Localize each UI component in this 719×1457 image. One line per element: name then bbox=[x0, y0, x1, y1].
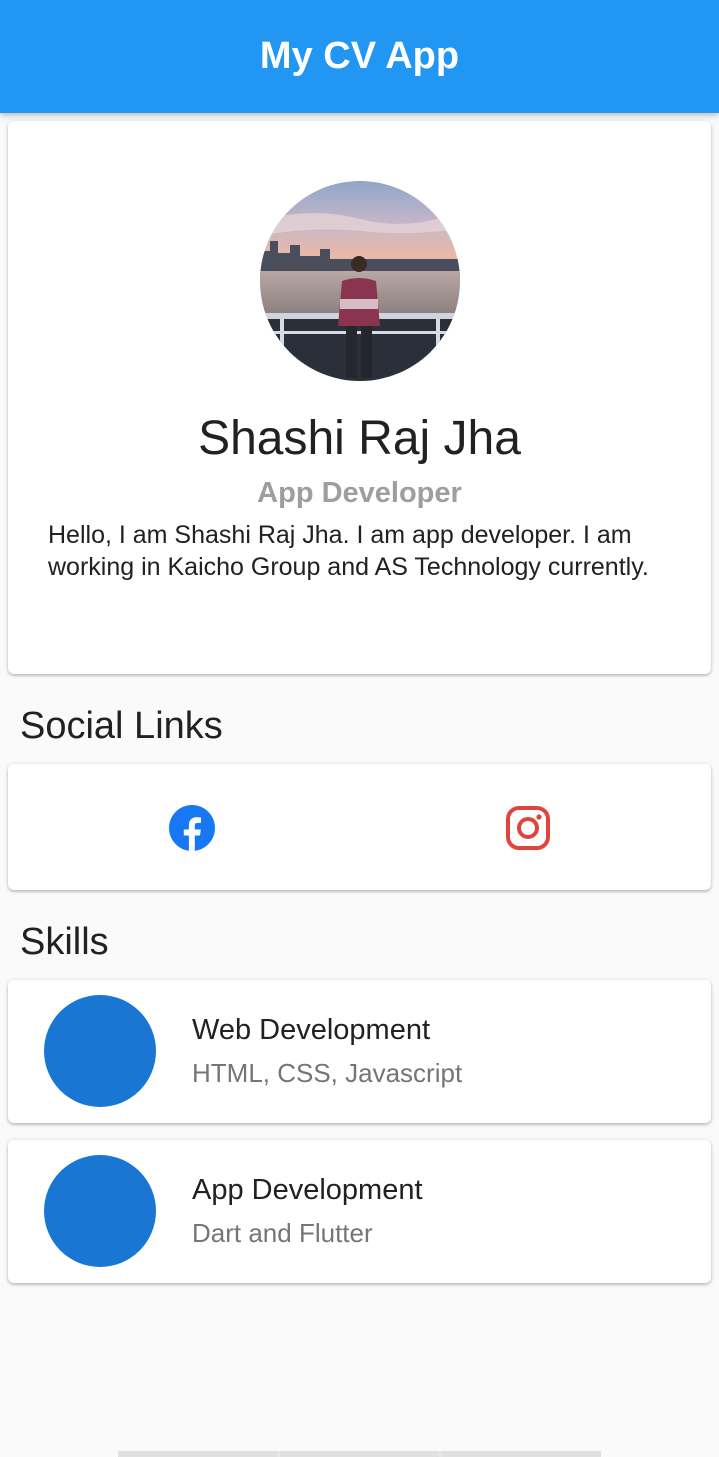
app-bar: My CV App bbox=[0, 0, 719, 113]
social-links-heading: Social Links bbox=[20, 705, 223, 747]
instagram-icon[interactable] bbox=[504, 804, 552, 852]
profile-bio: Hello, I am Shashi Raj Jha. I am app dev… bbox=[48, 521, 649, 581]
skill-title: App Development bbox=[192, 1174, 423, 1206]
skill-subtitle: HTML, CSS, Javascript bbox=[192, 1058, 463, 1088]
profile-card: Shashi Raj Jha App Developer Hello, I am… bbox=[8, 121, 711, 674]
profile-name: Shashi Raj Jha bbox=[198, 412, 521, 465]
skill-card-app-development[interactable]: App Development Dart and Flutter bbox=[8, 1140, 711, 1283]
avatar bbox=[260, 181, 460, 381]
skill-subtitle: Dart and Flutter bbox=[192, 1218, 373, 1248]
skill-title: Web Development bbox=[192, 1014, 431, 1046]
skill-avatar bbox=[44, 995, 156, 1107]
app-title: My CV App bbox=[259, 35, 460, 77]
social-links-card bbox=[8, 764, 711, 890]
facebook-icon[interactable] bbox=[168, 804, 216, 852]
skill-card-web-development[interactable]: Web Development HTML, CSS, Javascript bbox=[8, 980, 711, 1123]
navigation-bar-hint bbox=[118, 1451, 601, 1457]
profile-role: App Developer bbox=[257, 477, 462, 509]
skills-heading: Skills bbox=[20, 921, 109, 963]
skill-avatar bbox=[44, 1155, 156, 1267]
